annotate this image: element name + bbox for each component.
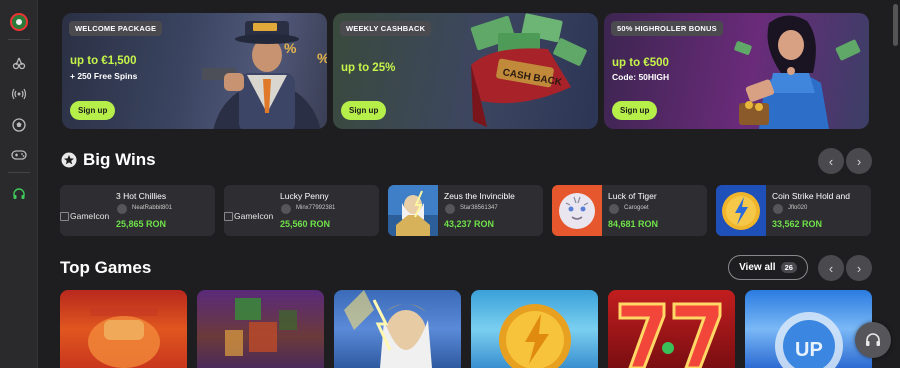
live-broadcast-icon[interactable] [9, 84, 29, 104]
svg-text:UP: UP [795, 339, 823, 361]
game-tile[interactable] [608, 290, 735, 368]
promo-tag: WEEKLY CASHBACK [340, 21, 432, 36]
win-amount: 84,681 RON [608, 219, 659, 229]
sign-up-button[interactable]: Sign up [612, 101, 658, 120]
chevron-right-icon: › [856, 260, 862, 276]
win-username: Jflo020 [788, 205, 808, 211]
game-thumbnail: GameIcon [224, 185, 274, 236]
game-artwork [499, 304, 571, 368]
win-amount: 25,560 RON [280, 219, 331, 229]
win-game-name: Coin Strike Hold and [772, 191, 850, 201]
win-username: Star38561347 [460, 205, 498, 211]
gamepad-icon[interactable] [9, 145, 29, 165]
user-avatar-icon [609, 204, 619, 214]
broken-image-alt: GameIcon [224, 211, 273, 221]
promo-tag: WELCOME PACKAGE [69, 21, 163, 36]
big-win-card[interactable]: Luck of Tiger Carogoet 84,681 RON [552, 185, 707, 236]
svg-text:%: % [317, 50, 327, 66]
highroller-woman-illustration [734, 15, 861, 129]
headset-icon [866, 333, 880, 346]
win-amount: 25,865 RON [116, 219, 167, 229]
user-avatar-icon [281, 204, 291, 214]
big-wins-prev-button[interactable]: ‹ [818, 148, 844, 174]
win-game-name: Zeus the Invincible [444, 191, 515, 201]
big-win-card[interactable]: Zeus the Invincible Star38561347 43,237 … [388, 185, 543, 236]
sidebar [0, 0, 38, 368]
game-tile[interactable] [471, 290, 598, 368]
tiger-game-thumbnail [552, 185, 602, 236]
win-amount: 43,237 RON [444, 219, 495, 229]
game-tile[interactable] [334, 290, 461, 368]
promo-subtext: + 250 Free Spins [70, 71, 138, 81]
promo-headline: up to €1,500 [70, 55, 137, 67]
promo-tag: 50% HIGHROLLER BONUS [611, 21, 723, 36]
svg-text:%: % [284, 40, 297, 56]
roulette-logo-icon[interactable] [9, 12, 29, 32]
game-artwork: UP [775, 312, 843, 368]
sign-up-button[interactable]: Sign up [341, 101, 387, 120]
win-game-name: Luck of Tiger [608, 191, 657, 201]
view-all-button[interactable]: View all 26 [728, 255, 808, 280]
big-win-card[interactable]: Coin Strike Hold and Jflo020 33,562 RON [716, 185, 871, 236]
page-scrollbar[interactable] [893, 4, 898, 46]
win-amount: 33,562 RON [772, 219, 823, 229]
top-games-next-button[interactable]: › [846, 255, 872, 281]
game-artwork [618, 302, 722, 368]
win-username: Carogoet [624, 205, 649, 211]
win-game-name: Lucky Penny [280, 191, 329, 201]
cashback-chest-illustration: CASH BACK [470, 13, 587, 127]
promo-headline: up to 25% [341, 62, 396, 74]
headset-support-icon[interactable] [9, 184, 29, 204]
chevron-right-icon: › [856, 153, 862, 169]
support-chat-button[interactable] [855, 322, 891, 358]
game-artwork [225, 298, 297, 356]
cherries-icon[interactable] [9, 53, 29, 73]
zeus-game-thumbnail [388, 185, 438, 236]
soccer-ball-icon[interactable] [9, 115, 29, 135]
user-avatar-icon [117, 204, 127, 214]
game-tile[interactable]: UP [745, 290, 872, 368]
gangster-illustration: % % [202, 21, 327, 129]
game-artwork [344, 290, 432, 368]
win-game-name: 3 Hot Chillies [116, 191, 167, 201]
top-games-title: Top Games [60, 258, 152, 277]
chevron-left-icon: ‹ [828, 260, 834, 276]
view-all-count-badge: 26 [780, 262, 797, 273]
user-avatar-icon [773, 204, 783, 214]
win-username: NeatRabbit801 [132, 205, 173, 211]
big-wins-next-button[interactable]: › [846, 148, 872, 174]
game-tile[interactable] [197, 290, 324, 368]
broken-image-alt: GameIcon [60, 211, 109, 221]
big-win-card[interactable]: GameIcon Lucky Penny Minx77992381 25,560… [224, 185, 379, 236]
big-win-card[interactable]: GameIcon 3 Hot Chillies NeatRabbit801 25… [60, 185, 215, 236]
user-avatar-icon [445, 204, 455, 214]
game-tile[interactable] [60, 290, 187, 368]
star-badge-icon [61, 152, 77, 168]
win-username: Minx77992381 [296, 205, 336, 211]
promo-headline: up to €500 [612, 57, 669, 69]
promo-subtext: Code: 50HIGH [612, 72, 670, 82]
chevron-left-icon: ‹ [828, 153, 834, 169]
divider [8, 39, 30, 40]
promo-banner-highroller[interactable]: 50% HIGHROLLER BONUS up to €500 Code: 50… [604, 13, 869, 129]
promo-banner-welcome[interactable]: % % WELCOME PACKAGE up to €1,500 + 250 F… [62, 13, 327, 129]
view-all-label: View all [739, 262, 776, 273]
game-thumbnail: GameIcon [60, 185, 110, 236]
top-games-prev-button[interactable]: ‹ [818, 255, 844, 281]
big-wins-title: Big Wins [83, 150, 156, 169]
sign-up-button[interactable]: Sign up [70, 101, 116, 120]
game-artwork [88, 308, 160, 368]
coin-strike-game-thumbnail [716, 185, 766, 236]
divider [8, 172, 30, 173]
promo-banner-cashback[interactable]: CASH BACK WEEKLY CASHBACK up to 25% Sign… [333, 13, 598, 129]
